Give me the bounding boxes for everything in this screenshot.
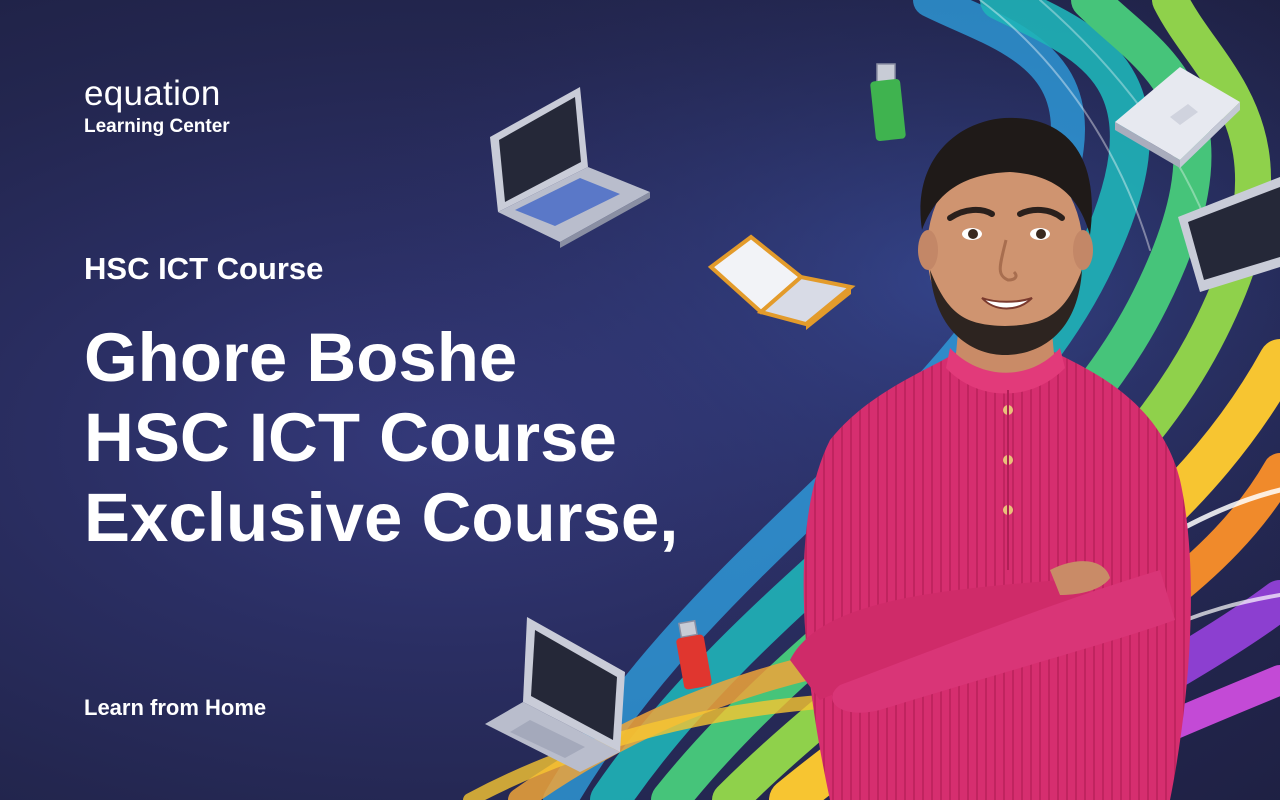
usb-drive-icon <box>676 619 712 690</box>
laptop-icon <box>485 617 625 772</box>
brand-logo: equation Learning Center <box>84 76 230 140</box>
headline-line: HSC ICT Course <box>84 399 617 476</box>
course-kicker: HSC ICT Course <box>84 251 324 286</box>
hero-headline: Ghore Boshe HSC ICT Course Exclusive Cou… <box>84 318 678 558</box>
brand-name: equation <box>84 74 221 113</box>
course-banner: equation Learning Center HSC ICT Course … <box>0 0 1280 800</box>
brand-subtitle: Learning Center <box>84 116 230 137</box>
instructor-illustration <box>790 117 1191 800</box>
headline-line: Exclusive Course, <box>84 479 679 556</box>
tagline: Learn from Home <box>84 695 267 720</box>
headline-line: Ghore Boshe <box>84 319 518 396</box>
laptop-icon <box>490 87 650 248</box>
